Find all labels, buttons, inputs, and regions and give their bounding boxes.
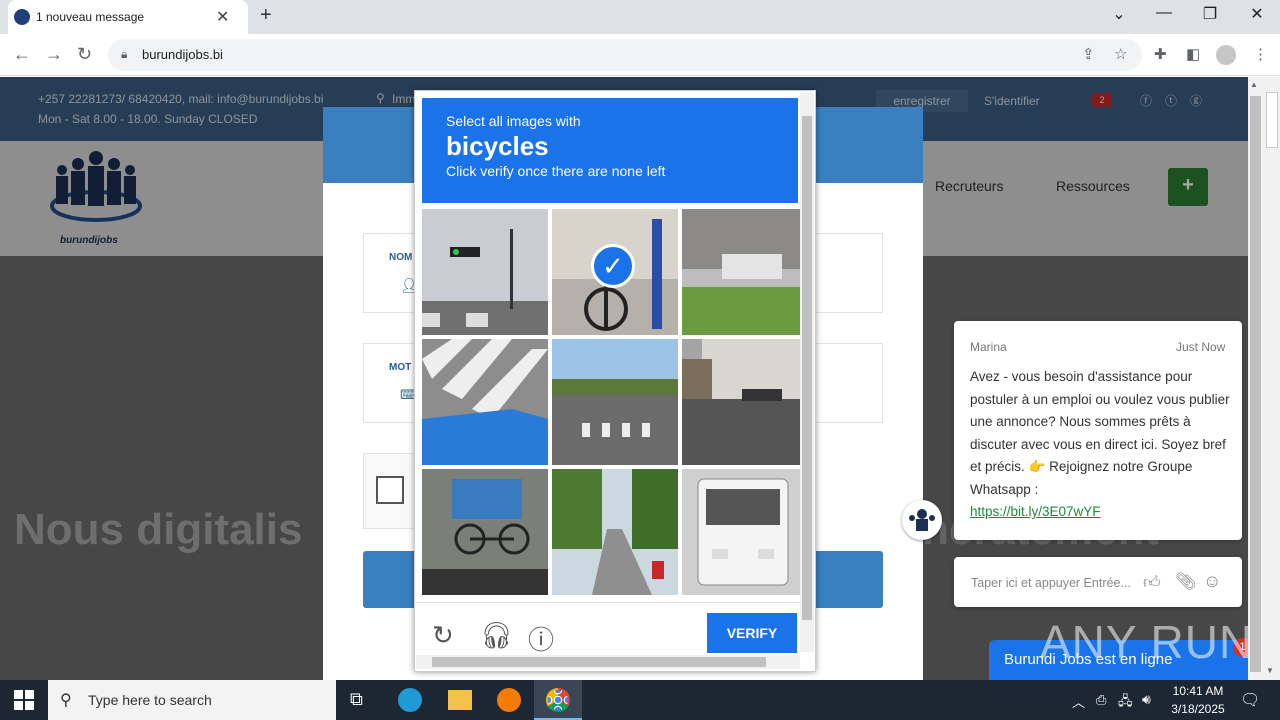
captcha-tile-1[interactable] <box>422 209 548 335</box>
reload-challenge-icon[interactable]: ↻ <box>432 620 454 651</box>
extensions-icon[interactable]: ✚ <box>1154 45 1167 63</box>
captcha-keyword: bicycles <box>446 131 549 161</box>
notification-center-icon[interactable]: 🗨︎ <box>1240 690 1260 710</box>
tab-title: 1 nouveau message <box>36 10 145 24</box>
tray-chevron-icon[interactable]: ︿ <box>1072 692 1085 711</box>
chat-message: Avez - vous besoin d'assistance pour pos… <box>970 369 1230 497</box>
captcha-tile-5[interactable] <box>552 339 678 465</box>
captcha-vertical-scroll-thumb[interactable] <box>802 116 812 620</box>
recaptcha-checkbox[interactable] <box>376 476 404 504</box>
verify-button[interactable]: VERIFY <box>707 613 797 653</box>
volume-icon[interactable]: 🔊︎ <box>1142 691 1151 708</box>
thumbs-up-icon[interactable]: 👍︎ <box>1143 572 1161 593</box>
tab-close-icon[interactable]: ✕ <box>216 7 229 27</box>
page-scroll-thumb[interactable] <box>1250 96 1261 672</box>
captcha-tile-6[interactable] <box>682 339 808 465</box>
selected-check-icon: ✓ <box>591 244 635 288</box>
bookmark-star-icon[interactable]: ☆ <box>1114 45 1127 63</box>
info-icon[interactable]: ⓘ <box>528 620 554 657</box>
captcha-subinstruction: Click verify once there are none left <box>446 163 666 179</box>
captcha-divider <box>416 602 800 603</box>
taskbar-search-placeholder[interactable]: Type here to search <box>88 692 212 708</box>
taskbar-search-icon: ⚲ <box>60 692 72 709</box>
chat-whatsapp-link[interactable]: https://bit.ly/3E07wYF <box>970 504 1101 519</box>
menu-icon[interactable]: ⋮ <box>1253 45 1268 63</box>
side-panel-icon[interactable]: ◧ <box>1186 45 1200 63</box>
reload-icon[interactable]: ↻ <box>77 44 92 65</box>
lock-icon[interactable]: 🔒︎ <box>121 47 127 62</box>
chrome-icon-center <box>548 690 568 710</box>
firefox-icon[interactable] <box>497 688 521 712</box>
right-side-scroll-thumb[interactable] <box>1266 92 1278 148</box>
profile-icon[interactable] <box>1216 45 1236 65</box>
attachment-icon[interactable]: 📎︎ <box>1175 572 1197 592</box>
network-icon[interactable]: 🖧︎ <box>1118 692 1133 714</box>
restore-icon[interactable]: ❐ <box>1190 4 1230 24</box>
captcha-tile-8[interactable] <box>552 469 678 595</box>
windows-start-icon[interactable] <box>14 690 34 710</box>
site-favicon-icon <box>14 9 30 25</box>
captcha-tile-3[interactable] <box>682 209 808 335</box>
captcha-tile-7[interactable] <box>422 469 548 595</box>
captcha-instruction: Select all images with <box>446 113 581 129</box>
chat-time: Just Now <box>1176 340 1226 354</box>
captcha-tile-4[interactable] <box>422 339 548 465</box>
tray-device-icon[interactable]: ⎙ <box>1096 692 1106 708</box>
scroll-down-icon[interactable]: ▼ <box>1266 666 1274 675</box>
task-view-icon[interactable]: ⧉ <box>350 689 363 710</box>
forward-icon[interactable]: → <box>45 44 63 65</box>
emoji-icon[interactable]: ☺ <box>1203 571 1221 592</box>
chat-input-placeholder[interactable]: Taper ici et appuyer Entrée... <box>971 576 1131 590</box>
clock-time[interactable]: 10:41 AM <box>1170 684 1226 698</box>
minimize-icon[interactable]: — <box>1144 4 1184 22</box>
password-field-label: MOT <box>389 362 412 373</box>
share-icon[interactable]: ⇪ <box>1082 45 1095 63</box>
url-text[interactable]: burundijobs.bi <box>142 47 223 62</box>
new-tab-icon[interactable]: + <box>260 4 272 27</box>
close-window-icon[interactable]: ✕ <box>1237 4 1277 24</box>
edge-icon[interactable] <box>398 688 422 712</box>
audio-challenge-icon[interactable]: 🎧︎ <box>480 620 513 651</box>
chat-agent-avatar <box>902 500 942 540</box>
captcha-tile-9[interactable] <box>682 469 808 595</box>
scroll-up-icon[interactable]: ▲ <box>1250 80 1258 89</box>
clock-date[interactable]: 3/18/2025 <box>1168 702 1228 716</box>
anyrun-watermark: ANY RUN <box>1040 616 1254 668</box>
file-explorer-icon[interactable] <box>448 690 472 710</box>
address-bar[interactable] <box>108 39 1142 71</box>
back-icon[interactable]: ← <box>13 44 31 65</box>
name-field-label: NOM <box>389 252 413 263</box>
tab-search-icon[interactable]: ⌄ <box>1099 4 1139 24</box>
captcha-horizontal-scroll-thumb[interactable] <box>432 657 766 667</box>
chat-agent-name: Marina <box>970 340 1007 354</box>
